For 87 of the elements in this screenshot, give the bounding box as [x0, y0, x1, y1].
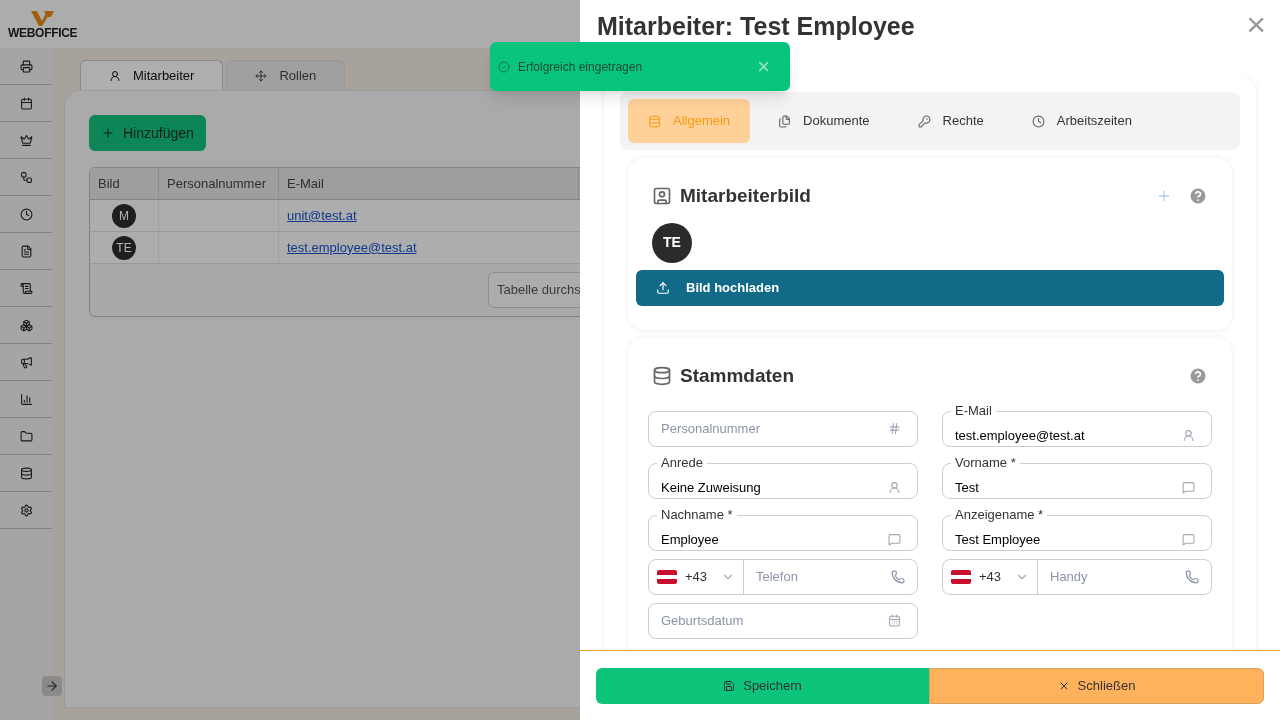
plus-icon [101, 126, 115, 140]
tab[interactable]: Rollen [226, 60, 346, 90]
field-label: Nachname * [660, 507, 734, 523]
user-icon [888, 481, 901, 494]
settings-icon [19, 503, 33, 517]
field-input[interactable]: Test Employee [951, 529, 1182, 550]
column-header: E-Mail [279, 168, 579, 199]
country-code-select[interactable]: +43 [649, 560, 744, 594]
save-button[interactable]: Speichern [596, 667, 929, 704]
network-icon [19, 170, 33, 184]
user-icon [109, 69, 121, 82]
document-icon [19, 244, 33, 258]
text-field[interactable]: Anzeigename * Test Employee [942, 507, 1212, 551]
field-label: Anzeigename * [954, 507, 1045, 523]
drawer-title: Mitarbeiter: Test Employee [597, 11, 915, 42]
avatar: M [112, 203, 136, 228]
close-form-button[interactable]: Schließen [929, 667, 1264, 704]
user-icon [1182, 429, 1195, 442]
printer-icon [19, 59, 33, 73]
text-field[interactable]: Nachname * Employee [648, 507, 918, 551]
folder-icon [19, 429, 33, 443]
logo-icon [29, 9, 56, 27]
field-label: Anrede [660, 455, 704, 471]
email-link[interactable]: unit@test.at [287, 205, 357, 226]
text-field[interactable]: Anrede Keine Zuweisung [648, 455, 918, 499]
clock-icon [1031, 114, 1045, 128]
database-icon [648, 114, 661, 128]
phone-input[interactable]: Handy [1038, 567, 1185, 587]
field-input[interactable]: Employee [657, 529, 888, 550]
phone-field[interactable]: +43 Handy [942, 559, 1212, 595]
country-code-select[interactable]: +43 [943, 560, 1038, 594]
megaphone-icon [19, 355, 33, 369]
tab[interactable]: Rechte [897, 99, 1004, 143]
crown-icon [19, 133, 33, 147]
database-icon [19, 466, 33, 480]
move-icon [255, 69, 268, 82]
list-document-icon [19, 281, 33, 295]
add-button[interactable]: Hinzufügen [89, 115, 206, 151]
phone-input[interactable]: Telefon [744, 567, 891, 587]
help-icon[interactable] [1188, 365, 1208, 386]
database-icon [652, 365, 672, 386]
column-header: Bild [90, 168, 159, 199]
field-input[interactable]: test.employee@test.at [951, 425, 1182, 446]
avatar: TE [652, 222, 692, 263]
expand-button[interactable] [42, 676, 62, 696]
help-icon[interactable] [1188, 186, 1208, 207]
text-field[interactable]: E-Mail test.employee@test.at [942, 403, 1212, 447]
chart-icon [19, 392, 33, 406]
text-field[interactable]: Geburtsdatum [648, 603, 918, 639]
calendar-icon [888, 614, 901, 627]
user-card-icon [652, 186, 672, 207]
comment-icon [888, 533, 901, 546]
save-icon [723, 679, 736, 692]
phone-icon [891, 570, 905, 584]
column-header: Personalnummer [159, 168, 279, 199]
phone-field[interactable]: +43 Telefon [648, 559, 918, 595]
boxes-icon [19, 318, 33, 332]
field-input[interactable]: Keine Zuweisung [657, 477, 888, 498]
key-icon [917, 114, 931, 128]
toast-message: Erfolgreich eingetragen [518, 58, 643, 76]
hash-icon [888, 422, 901, 435]
email-link[interactable]: test.employee@test.at [287, 237, 417, 258]
check-icon [498, 60, 510, 73]
flag-icon [657, 570, 677, 584]
comment-icon [1182, 481, 1195, 494]
field-input[interactable]: Geburtsdatum [657, 610, 888, 631]
upload-button[interactable]: Bild hochladen [636, 269, 1224, 306]
section-title: Stammdaten [680, 363, 795, 388]
upload-icon [656, 280, 670, 295]
calendar-icon [19, 96, 33, 110]
field-label: E-Mail [954, 403, 993, 419]
logo-text: WEBOFFICE [8, 27, 78, 39]
tab[interactable]: Dokumente [758, 99, 890, 143]
field-input[interactable]: Personalnummer [657, 418, 888, 439]
tab[interactable]: Arbeitszeiten [1011, 99, 1152, 143]
documents-icon [778, 114, 792, 128]
text-field[interactable]: Personalnummer [648, 411, 918, 447]
field-label: Vorname * [954, 455, 1017, 471]
tab[interactable]: Mitarbeiter [80, 60, 224, 90]
text-field[interactable]: Vorname * Test [942, 455, 1212, 499]
section-title: Mitarbeiterbild [680, 184, 811, 208]
avatar: TE [112, 235, 136, 260]
phone-icon [1185, 570, 1199, 584]
field-input[interactable]: Test [951, 477, 1182, 498]
comment-icon [1182, 533, 1195, 546]
flag-icon [951, 570, 971, 584]
clock-icon [19, 207, 33, 221]
